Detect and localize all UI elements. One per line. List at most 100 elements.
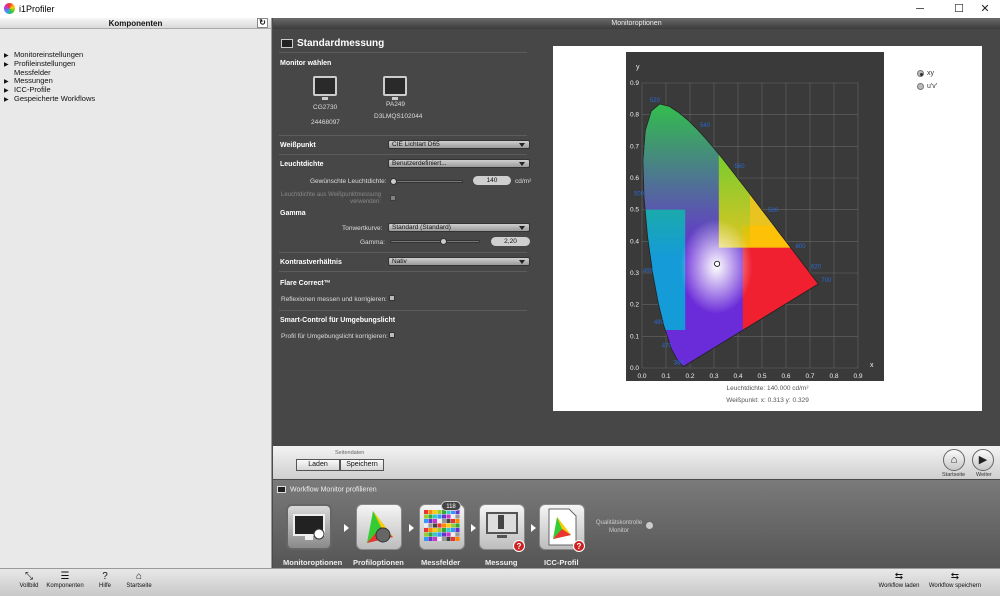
luminance-from-whitepoint-checkbox[interactable] [390, 195, 396, 201]
patch-cell [424, 514, 428, 519]
patch-cell [446, 514, 451, 519]
patch-cell [442, 514, 446, 519]
patch-cell [446, 519, 451, 523]
patch-cell [451, 519, 455, 523]
patch-cell [437, 532, 442, 537]
luminance-slider[interactable] [390, 180, 463, 183]
components-header: Komponenten ↻ [0, 18, 271, 29]
refresh-icon[interactable]: ↻ [257, 18, 268, 28]
monitor-options-icon [293, 514, 325, 540]
minimize-button[interactable]: ─ [904, 0, 936, 18]
luminance-slider-label: Gewünschte Leuchtdichte: [310, 178, 387, 185]
gamma-slider-knob[interactable] [440, 238, 447, 245]
luminance-dropdown[interactable]: Benutzerdefiniert... [388, 159, 530, 168]
home-button[interactable]: ⌂ Startseite [124, 571, 154, 589]
home-icon[interactable]: ⌂ [943, 449, 965, 471]
help-button[interactable]: ? Hilfe [94, 571, 116, 589]
patch-cell [446, 528, 451, 532]
patch-cell [451, 523, 455, 528]
monitor-icon-cg2730[interactable] [313, 76, 337, 100]
patch-cell [428, 532, 433, 537]
patch-cell [428, 510, 433, 514]
x-tick-label: 0.1 [661, 373, 670, 380]
add-step-icon[interactable] [646, 522, 653, 529]
y-tick-label: 0.4 [630, 238, 639, 245]
help-question-icon: ? [513, 540, 525, 552]
gamma-value[interactable]: 2,20 [491, 237, 530, 246]
patch-cell [442, 532, 446, 537]
step-profile-options[interactable] [356, 504, 402, 550]
fullscreen-button[interactable]: ⤡ Vollbild [16, 571, 42, 589]
tree-item-saved-workflows[interactable]: ▶ Gespeicherte Workflows [4, 94, 271, 105]
x-tick-label: 0.7 [805, 373, 814, 380]
components-button[interactable]: ☰ Komponenten [44, 571, 86, 589]
wavelength-label: 470 [662, 344, 673, 350]
patch-cell [428, 519, 433, 523]
tone-curve-dropdown[interactable]: Standard (Standard) [388, 223, 530, 232]
patch-cell [451, 532, 455, 537]
step-patches[interactable] [419, 504, 465, 550]
smart-control-checkbox[interactable] [389, 332, 395, 338]
patch-cell [455, 537, 460, 541]
step-monitor-options[interactable] [286, 504, 332, 550]
y-tick-label: 0.1 [630, 333, 639, 340]
patch-cell [433, 519, 437, 523]
patch-cell [433, 528, 437, 532]
patch-cell [437, 514, 442, 519]
smart-control-label: Smart-Control für Umgebungslicht [280, 317, 396, 324]
components-panel: Komponenten ↻ ▶ Monitoreinstellungen ▶ Pro… [0, 18, 272, 568]
radio-uv[interactable] [917, 83, 924, 90]
gamma-slider[interactable] [390, 240, 480, 243]
patch-cell [442, 523, 446, 528]
y-axis-label: y [636, 64, 640, 71]
x-tick-label: 0.3 [709, 373, 718, 380]
expand-arrow-icon[interactable]: ▶ [4, 96, 14, 105]
radio-xy[interactable] [917, 70, 924, 77]
patch-cell [433, 532, 437, 537]
wavelength-label: 700 [821, 278, 832, 284]
step-arrow-icon [531, 524, 536, 532]
patch-cell [424, 532, 428, 537]
patch-cell [437, 537, 442, 541]
patch-cell [428, 523, 433, 528]
patch-cell [437, 519, 442, 523]
luminance-unit: cd/m² [515, 178, 532, 185]
patch-cell [428, 537, 433, 541]
patch-cell [455, 519, 460, 523]
fullscreen-icon: ⤡ [25, 571, 33, 582]
monitor-icon-pa249[interactable] [383, 76, 407, 100]
patch-cell [424, 528, 428, 532]
wavelength-label: 620 [811, 264, 822, 270]
divider [279, 52, 527, 53]
contrast-dropdown[interactable]: Nativ [388, 257, 530, 266]
monitor-name: CG2730 [313, 104, 338, 111]
divider [279, 271, 527, 272]
save-workflow-button[interactable]: ⇆ Workflow speichern [926, 571, 984, 589]
luminance-value[interactable]: 140 [473, 176, 511, 185]
close-button[interactable]: ✕ [969, 0, 1000, 18]
wavelength-label: 580 [768, 208, 779, 214]
monitor-options-panel: Monitoroptionen Standardmessung Monitor … [273, 18, 1000, 446]
load-button[interactable]: Laden [296, 459, 340, 471]
patch-cell [446, 537, 451, 541]
step-arrow-icon [471, 524, 476, 532]
gamma-label: Gamma [280, 210, 306, 217]
bottom-toolbar: ⤡ Vollbild ☰ Komponenten ? Hilfe ⌂ Startseit… [0, 568, 1000, 596]
load-workflow-button[interactable]: ⇆ Workflow laden [876, 571, 922, 589]
gamma-value-label: Gamma: [360, 239, 385, 246]
x-tick-label: 0.2 [685, 373, 694, 380]
page-data-label: Seitendaten [335, 450, 365, 456]
next-icon[interactable]: ▶ [972, 449, 994, 471]
patch-cell [428, 528, 433, 532]
luminance-slider-knob[interactable] [390, 178, 397, 185]
patch-cell [424, 510, 428, 514]
patch-cell [424, 523, 428, 528]
load-workflow-icon: ⇆ [894, 571, 904, 582]
radio-xy-label: xy [927, 70, 934, 77]
save-button[interactable]: Speichern [340, 459, 384, 471]
y-tick-label: 0.5 [630, 207, 639, 214]
patch-cell [446, 532, 451, 537]
patch-cell [428, 514, 433, 519]
whitepoint-dropdown[interactable]: CIE Lichtart D65 [388, 140, 530, 149]
flare-correct-checkbox[interactable] [389, 295, 395, 301]
